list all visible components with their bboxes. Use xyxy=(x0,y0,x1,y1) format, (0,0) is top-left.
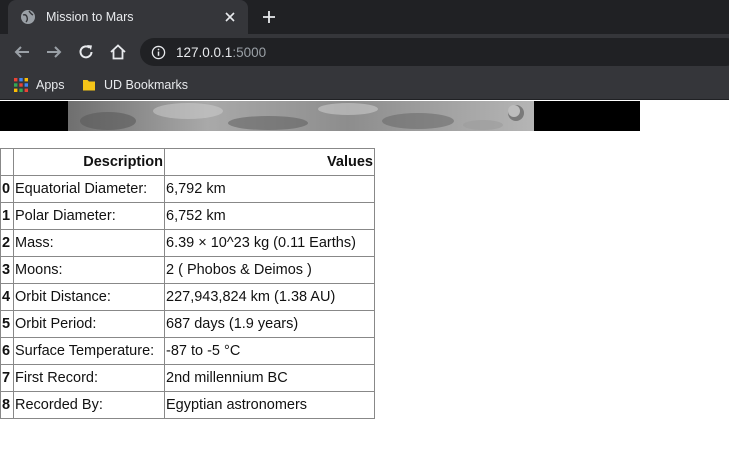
row-description: Moons: xyxy=(13,256,165,284)
table-row: 8 Recorded By: Egyptian astronomers xyxy=(0,391,375,419)
mars-facts-table: Description Values 0 Equatorial Diameter… xyxy=(0,148,375,419)
bookmarks-bar: Apps UD Bookmarks xyxy=(0,70,729,100)
info-icon[interactable] xyxy=(150,44,166,60)
bookmark-ud-bookmarks[interactable]: UD Bookmarks xyxy=(82,76,188,94)
row-description: Orbit Period: xyxy=(13,310,165,338)
bookmark-apps-label: Apps xyxy=(36,78,65,92)
forward-button[interactable] xyxy=(42,40,66,64)
row-description: Equatorial Diameter: xyxy=(13,175,165,203)
row-index: 6 xyxy=(0,337,14,365)
url-host: 127.0.0.1 xyxy=(176,44,233,60)
browser-toolbar: 127.0.0.1:5000 xyxy=(0,34,729,70)
home-button[interactable] xyxy=(106,40,130,64)
row-description: Recorded By: xyxy=(13,391,165,419)
column-header-values: Values xyxy=(164,148,375,176)
mars-hemisphere-image xyxy=(0,101,640,131)
row-description: First Record: xyxy=(13,364,165,392)
row-index: 5 xyxy=(0,310,14,338)
row-description: Mass: xyxy=(13,229,165,257)
bookmark-ud-bookmarks-label: UD Bookmarks xyxy=(104,78,189,92)
row-value: 687 days (1.9 years) xyxy=(164,310,375,338)
tab-strip: Mission to Mars xyxy=(0,0,729,34)
row-description: Polar Diameter: xyxy=(13,202,165,230)
row-value: 6,752 km xyxy=(164,202,375,230)
address-bar[interactable]: 127.0.0.1:5000 xyxy=(140,38,729,66)
table-row: 3 Moons: 2 ( Phobos & Deimos ) xyxy=(0,256,375,284)
column-header-description: Description xyxy=(13,148,165,176)
back-button[interactable] xyxy=(10,40,34,64)
close-icon[interactable] xyxy=(218,5,242,29)
row-description: Orbit Distance: xyxy=(13,283,165,311)
row-value: 2 ( Phobos & Deimos ) xyxy=(164,256,375,284)
row-index: 1 xyxy=(0,202,14,230)
row-index: 2 xyxy=(0,229,14,257)
url-text: 127.0.0.1:5000 xyxy=(176,45,266,60)
folder-icon xyxy=(83,80,95,91)
row-value: 6,792 km xyxy=(164,175,375,203)
reload-button[interactable] xyxy=(74,40,98,64)
row-index: 0 xyxy=(0,175,14,203)
url-port: :5000 xyxy=(232,44,267,60)
table-row: 7 First Record: 2nd millennium BC xyxy=(0,364,375,392)
row-description: Surface Temperature: xyxy=(13,337,165,365)
mars-surface-image xyxy=(68,101,534,131)
page-viewport: Description Values 0 Equatorial Diameter… xyxy=(0,101,729,452)
table-row: 1 Polar Diameter: 6,752 km xyxy=(0,202,375,230)
row-index: 4 xyxy=(0,283,14,311)
bookmark-apps[interactable]: Apps xyxy=(14,76,65,94)
row-value: 227,943,824 km (1.38 AU) xyxy=(164,283,375,311)
tab-title: Mission to Mars xyxy=(46,10,134,24)
row-index: 7 xyxy=(0,364,14,392)
table-row: 6 Surface Temperature: -87 to -5 °C xyxy=(0,337,375,365)
home-icon xyxy=(110,44,126,60)
table-header-row: Description Values xyxy=(0,148,375,176)
row-value: 2nd millennium BC xyxy=(164,364,375,392)
arrow-right-icon xyxy=(47,46,62,58)
table-row: 4 Orbit Distance: 227,943,824 km (1.38 A… xyxy=(0,283,375,311)
new-tab-button[interactable] xyxy=(256,5,282,29)
arrow-left-icon xyxy=(14,46,29,58)
apps-grid-icon xyxy=(14,78,28,92)
row-index: 3 xyxy=(0,256,14,284)
row-index: 8 xyxy=(0,391,14,419)
table-row: 2 Mass: 6.39 × 10^23 kg (0.11 Earths) xyxy=(0,229,375,257)
browser-tab[interactable]: Mission to Mars xyxy=(8,0,248,34)
row-value: 6.39 × 10^23 kg (0.11 Earths) xyxy=(164,229,375,257)
row-value: -87 to -5 °C xyxy=(164,337,375,365)
table-row: 5 Orbit Period: 687 days (1.9 years) xyxy=(0,310,375,338)
plus-icon xyxy=(263,11,275,23)
reload-icon xyxy=(79,45,93,59)
table-row: 0 Equatorial Diameter: 6,792 km xyxy=(0,175,375,203)
row-value: Egyptian astronomers xyxy=(164,391,375,419)
globe-icon xyxy=(20,9,36,25)
column-header-index xyxy=(0,148,14,176)
